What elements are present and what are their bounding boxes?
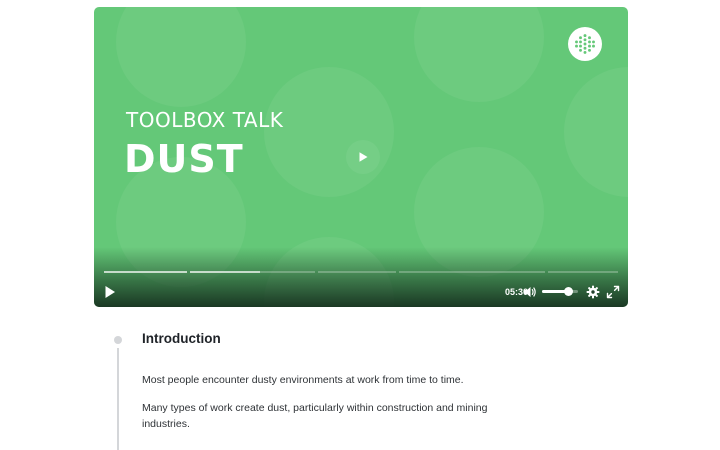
mute-button[interactable] xyxy=(523,285,537,299)
lesson-section: Introduction xyxy=(142,330,532,348)
chapter-segment[interactable] xyxy=(190,271,315,273)
progress-bar[interactable] xyxy=(104,271,618,273)
chapter-segment[interactable] xyxy=(104,271,187,273)
controls-bar xyxy=(94,247,628,307)
background-bubble xyxy=(564,67,628,197)
section-title: Introduction xyxy=(142,331,221,346)
background-bubble xyxy=(116,7,246,107)
lesson-paragraph: Many types of work create dust, particul… xyxy=(142,402,488,430)
chapter-segment[interactable] xyxy=(399,271,545,273)
video-kicker: TOOLBOX TALK xyxy=(126,108,284,132)
fullscreen-icon xyxy=(606,285,620,299)
video-player[interactable]: TOOLBOX TALK DUST 05:30 xyxy=(94,7,628,307)
fullscreen-button[interactable] xyxy=(606,285,620,299)
play-icon xyxy=(105,286,115,298)
timeline-line xyxy=(117,348,119,450)
dotted-sphere-logo xyxy=(568,27,602,61)
background-bubble xyxy=(264,67,394,197)
timeline-marker xyxy=(114,336,122,344)
play-icon xyxy=(359,152,368,162)
volume-slider[interactable] xyxy=(542,287,578,296)
volume-handle[interactable] xyxy=(563,287,573,296)
settings-button[interactable] xyxy=(586,285,600,299)
chapter-segment[interactable] xyxy=(318,271,396,273)
chapter-segment[interactable] xyxy=(548,271,618,273)
current-time: 05:30 xyxy=(504,287,528,297)
background-bubble xyxy=(414,7,544,102)
video-headline: DUST xyxy=(124,137,244,181)
volume-icon xyxy=(524,287,536,297)
big-play-button[interactable] xyxy=(346,140,380,174)
play-button[interactable] xyxy=(104,285,116,299)
lesson-paragraph: Most people encounter dusty environments… xyxy=(142,374,464,386)
gear-icon xyxy=(586,285,600,299)
